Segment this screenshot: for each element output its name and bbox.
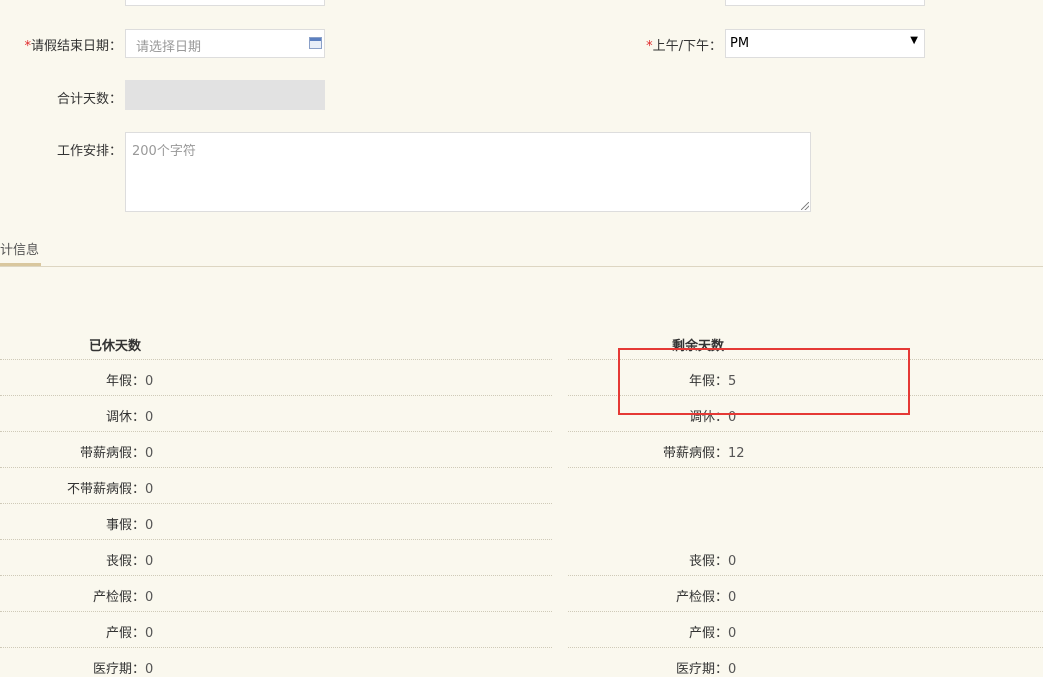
used-maternity-leave: 产假：0 [105,626,154,641]
resize-handle-icon[interactable] [801,202,809,210]
row-divider [0,359,552,360]
row-divider [568,431,1043,432]
used-bereavement-leave: 丧假：0 [105,554,154,569]
used-unpaid-sick-leave: 不带薪病假：0 [66,482,154,497]
remaining-paid-sick-leave: 带薪病假：12 [662,446,745,461]
remaining-bereavement-leave: 丧假：0 [688,554,737,569]
work-arrangement-placeholder: 200个字符 [132,144,196,159]
row-divider [0,395,552,396]
row-divider [568,611,1043,612]
row-divider [568,575,1043,576]
used-medical-period: 医疗期：0 [92,662,154,677]
row-divider [0,467,552,468]
row-divider [0,647,552,648]
row-divider [0,611,552,612]
tab-stats-info[interactable]: 计信息 [0,239,39,258]
total-days-field [125,80,325,110]
start-date-input-partial[interactable] [125,0,325,6]
row-divider [568,647,1043,648]
end-date-placeholder: 请选择日期 [136,40,202,55]
end-date-label: *请假结束日期： [24,39,122,54]
remaining-medical-period: 医疗期：0 [675,662,737,677]
work-arrangement-textarea[interactable]: 200个字符 [125,132,811,212]
total-days-label: 合计天数： [56,92,122,107]
row-divider [568,467,1043,468]
ampm-select[interactable]: PM ▼ [725,29,925,58]
row-divider [0,539,552,540]
dropdown-arrow-icon[interactable]: ▼ [910,35,918,46]
work-arrangement-label: 工作安排： [56,144,122,159]
used-days-header: 已休天数 [89,339,142,354]
used-prenatal-leave: 产检假：0 [92,590,154,605]
remaining-maternity-leave: 产假：0 [688,626,737,641]
used-comp-leave: 调休：0 [105,410,154,425]
tab-divider [0,266,1043,267]
end-date-input[interactable]: 请选择日期 [125,29,325,58]
remaining-prenatal-leave: 产检假：0 [675,590,737,605]
used-personal-leave: 事假：0 [105,518,154,533]
used-paid-sick-leave: 带薪病假：0 [79,446,154,461]
row-divider [0,431,552,432]
annotation-highlight-box [618,348,910,415]
calendar-icon[interactable] [309,37,322,49]
ampm-label: *上午/下午： [646,39,722,54]
ampm-selected-value: PM [730,36,750,51]
used-annual-leave: 年假：0 [105,374,154,389]
start-ampm-select-partial[interactable] [725,0,925,6]
row-divider [0,503,552,504]
row-divider [0,575,552,576]
